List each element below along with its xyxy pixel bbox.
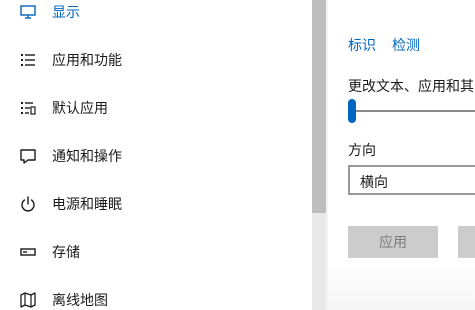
sidebar-item-default-apps[interactable]: 默认应用 — [0, 90, 312, 126]
sidebar-item-notifications[interactable]: 通知和操作 — [0, 138, 312, 174]
sidebar-scrollbar[interactable] — [312, 0, 326, 310]
display-links: 标识 检测 — [348, 35, 436, 55]
sidebar-item-display[interactable]: 显示 — [0, 0, 312, 30]
orientation-value: 横向 — [360, 175, 388, 191]
list-icon — [19, 51, 37, 69]
keep-changes-button[interactable] — [458, 226, 475, 258]
scale-slider-track[interactable] — [348, 110, 475, 112]
sidebar-item-label: 电源和睡眠 — [52, 197, 122, 213]
list-shortcut-icon — [19, 99, 37, 117]
orientation-label: 方向 — [348, 143, 376, 159]
sidebar-item-label: 默认应用 — [52, 101, 108, 117]
sidebar-item-apps-features[interactable]: 应用和功能 — [0, 42, 312, 78]
power-icon — [19, 195, 37, 213]
detect-link[interactable]: 检测 — [392, 38, 420, 54]
sidebar-item-offline-maps[interactable]: 离线地图 — [0, 282, 312, 310]
scrollbar-track[interactable] — [312, 213, 326, 310]
sidebar-item-power-sleep[interactable]: 电源和睡眠 — [0, 186, 312, 222]
apply-button[interactable]: 应用 — [348, 226, 438, 258]
sidebar-item-label: 离线地图 — [52, 293, 108, 309]
sidebar: 显示 应用和功能 默认应用 通知和操作 电源和睡眠 存储 离线地图 — [0, 0, 312, 310]
scale-slider-thumb[interactable] — [348, 99, 356, 123]
scrollbar-thumb[interactable] — [312, 0, 326, 213]
settings-window: 显示 应用和功能 默认应用 通知和操作 电源和睡眠 存储 离线地图 标识 检测 … — [0, 0, 475, 310]
scale-label: 更改文本、应用和其 — [348, 79, 474, 95]
orientation-dropdown[interactable]: 横向 — [348, 165, 475, 195]
sidebar-item-storage[interactable]: 存储 — [0, 234, 312, 270]
monitor-icon — [19, 3, 37, 21]
sidebar-item-label: 存储 — [52, 245, 80, 261]
identify-link[interactable]: 标识 — [348, 38, 376, 54]
message-icon — [19, 147, 37, 165]
display-settings-pane: 标识 检测 更改文本、应用和其 方向 横向 应用 — [328, 0, 475, 310]
bottom-fade — [328, 258, 475, 310]
sidebar-item-label: 应用和功能 — [52, 53, 122, 69]
sidebar-item-label: 通知和操作 — [52, 149, 122, 165]
sidebar-item-label: 显示 — [52, 5, 80, 21]
storage-icon — [19, 243, 37, 261]
map-icon — [19, 291, 37, 309]
